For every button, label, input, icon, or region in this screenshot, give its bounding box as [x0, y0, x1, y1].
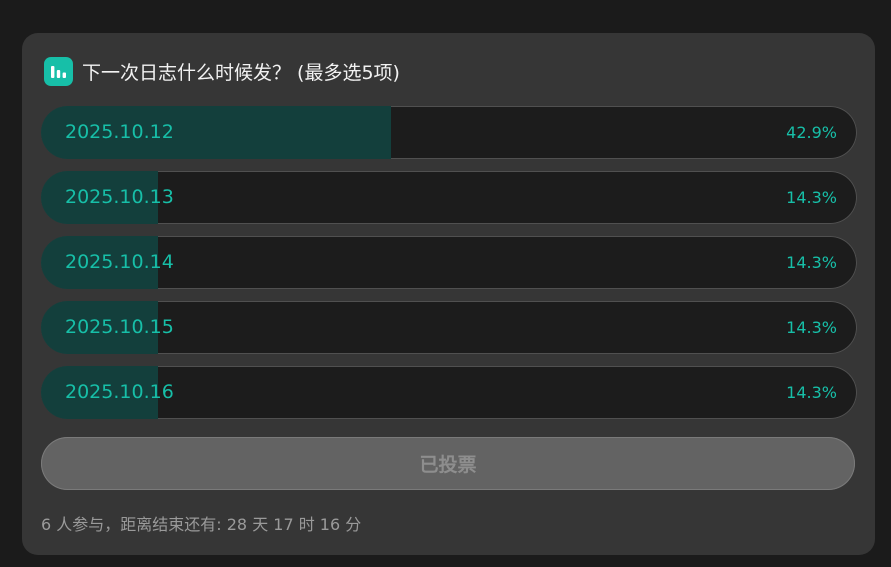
- poll-option-5[interactable]: 2025.10.16 14.3%: [41, 366, 857, 419]
- poll-option-percent: 14.3%: [786, 318, 837, 337]
- poll-option-label: 2025.10.14: [65, 251, 174, 273]
- poll-title: 下一次日志什么时候发？ (最多选5项): [82, 61, 400, 84]
- poll-options: 2025.10.12 42.9% 2025.10.13 14.3% 2025.1…: [41, 106, 857, 431]
- poll-option-2[interactable]: 2025.10.13 14.3%: [41, 171, 857, 224]
- bar-chart-icon: [44, 56, 73, 86]
- poll-option-label: 2025.10.15: [65, 316, 174, 338]
- poll-option-percent: 14.3%: [786, 253, 837, 272]
- poll-option-1[interactable]: 2025.10.12 42.9%: [41, 106, 857, 159]
- poll-option-label: 2025.10.13: [65, 186, 174, 208]
- poll-option-3[interactable]: 2025.10.14 14.3%: [41, 236, 857, 289]
- poll-option-percent: 14.3%: [786, 188, 837, 207]
- poll-option-label: 2025.10.16: [65, 381, 174, 403]
- poll-header: 下一次日志什么时候发？ (最多选5项): [44, 56, 400, 86]
- poll-option-percent: 42.9%: [786, 123, 837, 142]
- poll-option-4[interactable]: 2025.10.15 14.3%: [41, 301, 857, 354]
- voted-button[interactable]: 已投票: [41, 437, 855, 490]
- poll-option-label: 2025.10.12: [65, 121, 174, 143]
- poll-footer: 6 人参与，距离结束还有: 28 天 17 时 16 分: [41, 515, 362, 534]
- poll-card: 下一次日志什么时候发？ (最多选5项) 2025.10.12 42.9% 202…: [22, 33, 875, 555]
- poll-option-percent: 14.3%: [786, 383, 837, 402]
